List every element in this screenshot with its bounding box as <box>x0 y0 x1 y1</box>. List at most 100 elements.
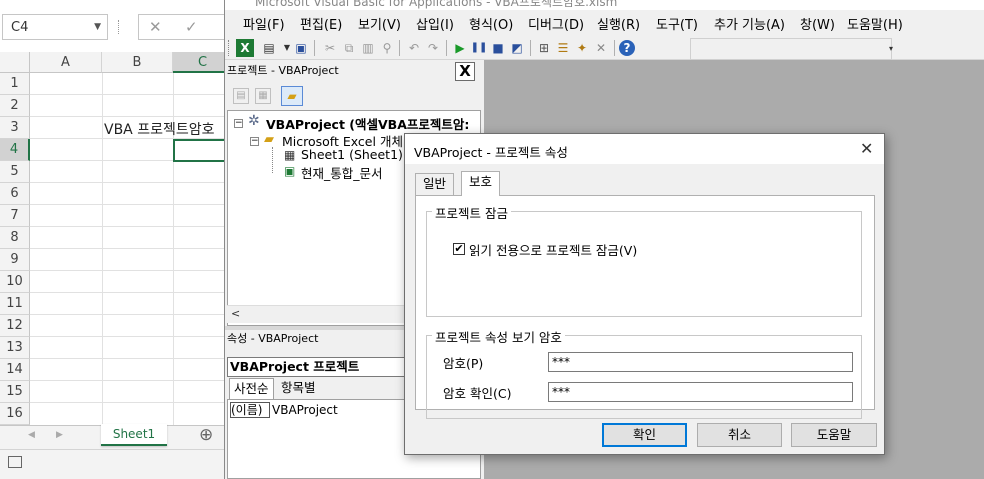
status-bar <box>0 449 226 479</box>
find-icon[interactable]: ⚲ <box>378 39 396 57</box>
column-header-a[interactable]: A <box>30 52 102 73</box>
column-header-c[interactable]: C <box>173 52 226 73</box>
properties-window-icon[interactable]: ☰ <box>554 39 572 57</box>
menu-addins[interactable]: 추가 기능(A) <box>714 14 785 33</box>
row-header-6[interactable]: 6 <box>0 183 30 205</box>
cell-b3[interactable]: VBA 프로젝트암호 <box>104 119 215 139</box>
undo-icon[interactable]: ↶ <box>405 39 423 57</box>
close-icon[interactable]: ✕ <box>860 139 873 158</box>
menu-run[interactable]: 실행(R) <box>597 14 640 33</box>
cancel-button[interactable]: 취소 <box>697 423 782 447</box>
menu-help[interactable]: 도움말(H) <box>847 14 903 33</box>
row-header-8[interactable]: 8 <box>0 227 30 249</box>
row-header-3[interactable]: 3 <box>0 117 30 139</box>
row-header-2[interactable]: 2 <box>0 95 30 117</box>
row-header-5[interactable]: 5 <box>0 161 30 183</box>
help-button[interactable]: 도움말 <box>791 423 877 447</box>
macro-record-icon[interactable] <box>8 456 22 468</box>
row-header-15[interactable]: 15 <box>0 381 30 403</box>
menu-window[interactable]: 창(W) <box>800 14 835 33</box>
menu-file[interactable]: 파일(F) <box>243 14 285 33</box>
row-header-14[interactable]: 14 <box>0 359 30 381</box>
toolbar-separator <box>446 40 447 56</box>
vba-project-icon: ✲ <box>248 113 260 129</box>
row-header-1[interactable]: 1 <box>0 73 30 95</box>
redo-icon[interactable]: ↷ <box>424 39 442 57</box>
row-header-12[interactable]: 12 <box>0 315 30 337</box>
menu-tools[interactable]: 도구(T) <box>656 14 698 33</box>
password-field[interactable]: *** <box>548 352 853 372</box>
sheet-tab-sheet1[interactable]: Sheet1 <box>101 424 167 446</box>
run-icon[interactable]: ▶ <box>451 39 469 57</box>
name-box-value: C4 <box>11 20 29 35</box>
break-icon[interactable]: ❚❚ <box>470 39 488 57</box>
toolbox-icon[interactable]: ✕ <box>592 39 610 57</box>
confirm-password-label: 암호 확인(C) <box>443 386 512 401</box>
view-object-icon[interactable]: ▦ <box>255 88 271 104</box>
tab-categorized[interactable]: 항목별 <box>277 378 320 399</box>
row-header-10[interactable]: 10 <box>0 271 30 293</box>
menu-edit[interactable]: 편집(E) <box>300 14 342 33</box>
copy-icon[interactable]: ⧉ <box>340 39 358 57</box>
vbe-title-bar: Microsoft Visual Basic for Applications … <box>225 0 984 10</box>
paste-icon[interactable]: ▥ <box>359 39 377 57</box>
gridline <box>30 336 226 337</box>
formula-bar-buttons: ✕ ✓ <box>138 14 226 40</box>
menu-insert[interactable]: 삽입(I) <box>416 14 454 33</box>
tab-alphabetic[interactable]: 사전순 <box>229 378 274 399</box>
project-properties-dialog: VBAProject - 프로젝트 속성 ✕ 일반 보호 프로젝트 잠금 ✔ 읽… <box>404 133 885 455</box>
enter-icon[interactable]: ✓ <box>185 18 198 36</box>
tab-general[interactable]: 일반 <box>415 173 455 195</box>
active-cell-c4[interactable] <box>173 139 226 162</box>
save-icon[interactable]: ▣ <box>292 39 310 57</box>
cut-icon[interactable]: ✂ <box>321 39 339 57</box>
view-code-icon[interactable]: ▤ <box>233 88 249 104</box>
object-browser-icon[interactable]: ✦ <box>573 39 591 57</box>
insert-module-icon[interactable]: ▤ <box>260 39 278 57</box>
tree-item-sheet1[interactable]: Sheet1 (Sheet1) <box>301 147 403 162</box>
collapse-icon[interactable]: − <box>234 119 243 128</box>
collapse-icon[interactable]: − <box>250 137 259 146</box>
project-lock-group <box>426 211 862 317</box>
design-mode-icon[interactable]: ◩ <box>508 39 526 57</box>
prev-sheet-icon[interactable]: ◀ <box>28 430 35 440</box>
row-header-7[interactable]: 7 <box>0 205 30 227</box>
menu-format[interactable]: 형식(O) <box>469 14 513 33</box>
confirm-password-field[interactable]: *** <box>548 382 853 402</box>
chevron-down-icon[interactable]: ▼ <box>94 22 101 32</box>
cancel-icon[interactable]: ✕ <box>149 18 162 36</box>
tree-item-thisworkbook[interactable]: 현재_통합_문서 <box>301 163 383 182</box>
toolbar-options-icon[interactable]: ▾ <box>889 44 893 53</box>
project-explorer-icon[interactable]: ⊞ <box>535 39 553 57</box>
scroll-left-icon[interactable]: < <box>231 307 240 320</box>
row-header-16[interactable]: 16 <box>0 403 30 425</box>
reset-icon[interactable]: ■ <box>489 39 507 57</box>
row-header-11[interactable]: 11 <box>0 293 30 315</box>
help-icon[interactable]: ? <box>619 40 635 56</box>
ok-button[interactable]: 확인 <box>602 423 687 447</box>
lock-checkbox-label[interactable]: 읽기 전용으로 프로젝트 잠금(V) <box>469 240 637 259</box>
gridline <box>30 402 226 403</box>
gridline <box>30 248 226 249</box>
lock-checkbox[interactable]: ✔ <box>453 243 465 255</box>
row-header-13[interactable]: 13 <box>0 337 30 359</box>
property-value[interactable]: VBAProject <box>272 402 338 418</box>
project-explorer-close-button[interactable]: X <box>455 62 475 81</box>
excel-view-icon[interactable]: X <box>236 39 254 57</box>
worksheet-icon: ▦ <box>284 148 296 162</box>
tab-protection[interactable]: 보호 <box>461 171 501 196</box>
menu-debug[interactable]: 디버그(D) <box>528 14 584 33</box>
gridline <box>30 292 226 293</box>
toolbar-separator <box>399 40 400 56</box>
column-header-b[interactable]: B <box>102 52 173 73</box>
row-header-4[interactable]: 4 <box>0 139 30 161</box>
row-header-9[interactable]: 9 <box>0 249 30 271</box>
select-all-corner[interactable] <box>0 52 30 73</box>
menu-view[interactable]: 보기(V) <box>358 14 401 33</box>
name-box[interactable]: C4 ▼ <box>2 14 108 40</box>
toolbar-separator <box>530 40 531 56</box>
property-name[interactable]: (이름) <box>230 402 270 418</box>
next-sheet-icon[interactable]: ▶ <box>56 430 63 440</box>
add-sheet-icon[interactable]: ⊕ <box>199 425 213 445</box>
toggle-folders-icon[interactable]: ▰ <box>281 86 303 106</box>
